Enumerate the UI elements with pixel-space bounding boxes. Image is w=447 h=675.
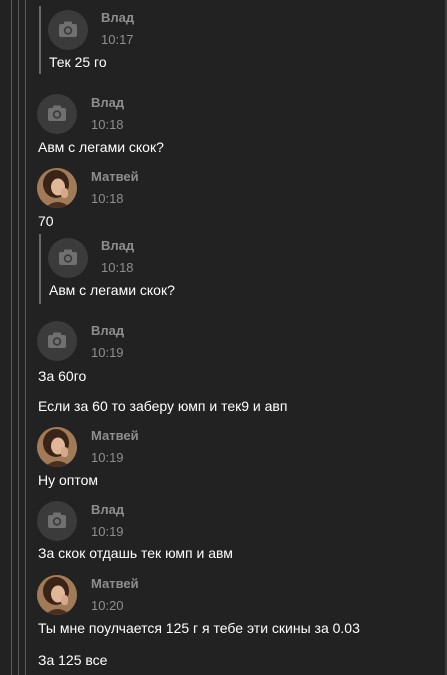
avatar[interactable] bbox=[37, 501, 77, 541]
quote-bar bbox=[39, 234, 41, 304]
camera-icon bbox=[48, 105, 66, 121]
avatar[interactable] bbox=[37, 321, 77, 361]
message-author[interactable]: Влад bbox=[91, 95, 124, 110]
avatar[interactable] bbox=[48, 238, 88, 278]
message-time: 10:18 bbox=[91, 117, 124, 132]
message: Матвей 10:18 70 bbox=[0, 164, 447, 230]
message-time: 10:19 bbox=[91, 345, 124, 360]
message: Влад 10:18 Авм с легами скок? bbox=[0, 88, 447, 158]
message-time: 10:18 bbox=[91, 191, 124, 206]
user-photo bbox=[37, 427, 77, 467]
camera-icon bbox=[59, 21, 77, 37]
user-photo bbox=[37, 575, 77, 615]
message-author[interactable]: Матвей bbox=[91, 169, 139, 184]
avatar[interactable] bbox=[37, 94, 77, 134]
message: Влад 10:17 Тек 25 го bbox=[0, 0, 447, 80]
message-text: Ты мне поулчается 125 г я тебе эти скины… bbox=[38, 620, 360, 636]
message-text: Авм с легами скок? bbox=[38, 139, 164, 155]
message-author[interactable]: Матвей bbox=[91, 576, 139, 591]
message: Матвей 10:20 Ты мне поулчается 125 г я т… bbox=[0, 572, 447, 675]
message-time: 10:20 bbox=[91, 598, 124, 613]
message-text: Тек 25 го bbox=[49, 54, 107, 70]
message-time: 10:18 bbox=[101, 260, 134, 275]
message-author[interactable]: Влад bbox=[91, 502, 124, 517]
message-author[interactable]: Матвей bbox=[91, 428, 139, 443]
message-text: Авм с легами скок? bbox=[49, 282, 175, 298]
camera-icon bbox=[48, 332, 66, 348]
message-text: За 125 все bbox=[38, 652, 108, 668]
message-time: 10:19 bbox=[91, 450, 124, 465]
message-time: 10:17 bbox=[101, 32, 134, 47]
avatar[interactable] bbox=[37, 168, 77, 208]
message-text: 70 bbox=[38, 213, 54, 229]
message-text: За скок отдашь тек юмп и авм bbox=[38, 545, 233, 561]
message-text: Если за 60 то заберу юмп и тек9 и авп bbox=[38, 398, 288, 414]
message-author[interactable]: Влад bbox=[101, 238, 134, 253]
message-text: За 60го bbox=[38, 368, 87, 384]
message-author[interactable]: Влад bbox=[91, 323, 124, 338]
message-time: 10:19 bbox=[91, 524, 124, 539]
message: Влад 10:19 За скок отдашь тек юмп и авм bbox=[0, 498, 447, 568]
user-photo bbox=[37, 168, 77, 208]
avatar[interactable] bbox=[37, 575, 77, 615]
quote-bar bbox=[39, 6, 41, 74]
message: Матвей 10:19 Ну оптом bbox=[0, 424, 447, 492]
message-author[interactable]: Влад bbox=[101, 10, 134, 25]
avatar[interactable] bbox=[48, 10, 88, 50]
avatar[interactable] bbox=[37, 427, 77, 467]
message: Влад 10:19 За 60го Если за 60 то заберу … bbox=[0, 318, 447, 418]
message: Влад 10:18 Авм с легами скок? bbox=[0, 232, 447, 308]
camera-icon bbox=[48, 512, 66, 528]
message-text: Ну оптом bbox=[38, 472, 99, 488]
camera-icon bbox=[59, 249, 77, 265]
